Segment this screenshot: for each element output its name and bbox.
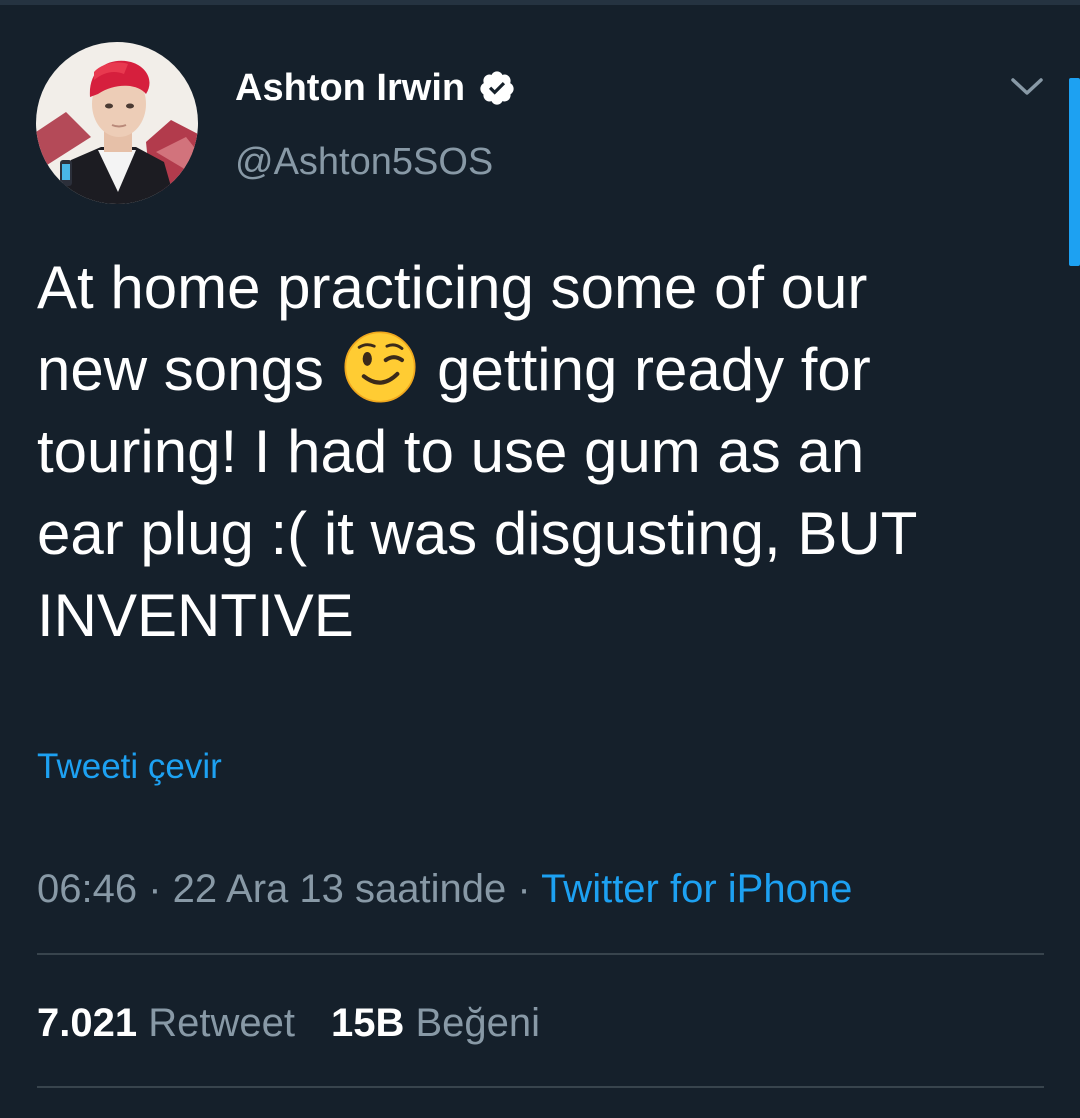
tweet-stats: 7.021 Retweet 15B Beğeni — [37, 997, 540, 1049]
tweet-source-link[interactable]: Twitter for iPhone — [541, 867, 852, 911]
divider — [37, 953, 1044, 955]
tweet-time[interactable]: 06:46 — [37, 867, 137, 911]
meta-separator: · — [137, 867, 173, 911]
retweet-count: 7.021 — [37, 1001, 138, 1045]
like-stat[interactable]: 15B Beğeni — [331, 1001, 540, 1045]
tweet-text-line: INVENTIVE — [37, 582, 354, 649]
tweet-date[interactable]: 22 Ara 13 saatinde — [173, 867, 507, 911]
chevron-down-icon[interactable] — [1010, 74, 1044, 100]
like-label: Beğeni — [415, 1001, 541, 1045]
tweet-text: At home practicing some of our new songs… — [37, 247, 1037, 657]
winking-face-emoji-icon — [343, 330, 417, 404]
retweet-label: Retweet — [148, 1001, 295, 1045]
author-handle[interactable]: @Ashton5SOS — [235, 138, 493, 186]
top-edge — [0, 0, 1080, 5]
meta-separator: · — [506, 867, 542, 911]
tweet-text-line: At home practicing some of our — [37, 254, 868, 321]
translate-tweet-link[interactable]: Tweeti çevir — [37, 745, 222, 789]
tweet-text-line: touring! I had to use gum as an — [37, 418, 865, 485]
divider — [37, 1086, 1044, 1088]
tweet-meta: 06:46 · 22 Ara 13 saatinde · Twitter for… — [37, 864, 852, 914]
author-name-row: Ashton Irwin — [235, 64, 516, 112]
retweet-stat[interactable]: 7.021 Retweet — [37, 1001, 295, 1045]
tweet-text-line: ear plug :( it was disgusting, BUT — [37, 500, 918, 567]
author-display-name[interactable]: Ashton Irwin — [235, 64, 465, 112]
like-count: 15B — [330, 1001, 405, 1045]
avatar[interactable] — [36, 42, 198, 204]
verified-badge-icon — [478, 69, 516, 107]
tweet-text-segment: getting ready for — [420, 336, 871, 403]
scrollbar-thumb[interactable] — [1069, 78, 1080, 266]
tweet-text-segment: new songs — [37, 336, 341, 403]
